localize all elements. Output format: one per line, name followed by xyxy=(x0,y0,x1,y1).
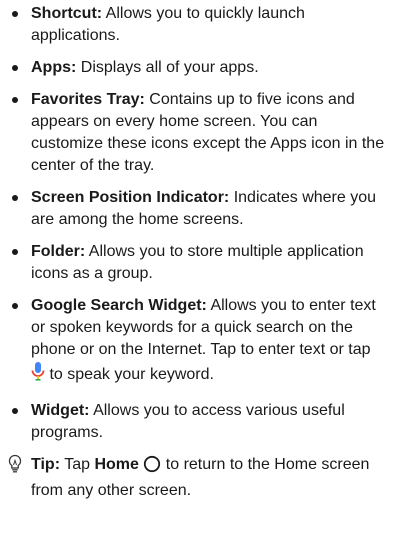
bullet-dot xyxy=(12,195,18,201)
item-term: Folder: xyxy=(31,243,86,260)
home-screen-items-list: Shortcut: Allows you to quickly launch a… xyxy=(7,3,388,444)
item-term: Shortcut: xyxy=(31,5,103,22)
tip-note: Tip: Tap Home to return to the Home scre… xyxy=(7,454,388,502)
bullet-dot xyxy=(12,249,18,255)
item-term: Screen Position Indicator: xyxy=(31,189,230,206)
microphone-icon xyxy=(31,361,45,390)
home-key-label: Home xyxy=(94,456,139,473)
item-term: Favorites Tray: xyxy=(31,91,145,108)
tip-text: Tap xyxy=(60,456,95,473)
list-item-favorites-tray: Favorites Tray: Contains up to five icon… xyxy=(7,89,388,177)
list-item-widget: Widget: Allows you to access various use… xyxy=(7,400,388,444)
bullet-dot xyxy=(12,11,18,17)
home-circle-icon xyxy=(143,455,161,480)
item-term: Apps: xyxy=(31,59,77,76)
help-page: Shortcut: Allows you to quickly launch a… xyxy=(0,0,398,553)
item-description-end: to speak your keyword. xyxy=(45,366,214,383)
item-description: Displays all of your apps. xyxy=(76,59,259,76)
bullet-dot xyxy=(12,303,18,309)
list-item-shortcut: Shortcut: Allows you to quickly launch a… xyxy=(7,3,388,47)
bullet-dot xyxy=(12,65,18,71)
item-term: Google Search Widget: xyxy=(31,297,207,314)
bullet-dot xyxy=(12,97,18,103)
list-item-screen-position-indicator: Screen Position Indicator: Indicates whe… xyxy=(7,187,388,231)
list-item-folder: Folder: Allows you to store multiple app… xyxy=(7,241,388,285)
bullet-dot xyxy=(12,408,18,414)
list-item-google-search-widget: Google Search Widget: Allows you to ente… xyxy=(7,295,388,390)
lightbulb-icon xyxy=(7,454,23,481)
list-item-apps: Apps: Displays all of your apps. xyxy=(7,57,388,79)
tip-label: Tip: xyxy=(31,456,61,473)
item-term: Widget: xyxy=(31,402,90,419)
